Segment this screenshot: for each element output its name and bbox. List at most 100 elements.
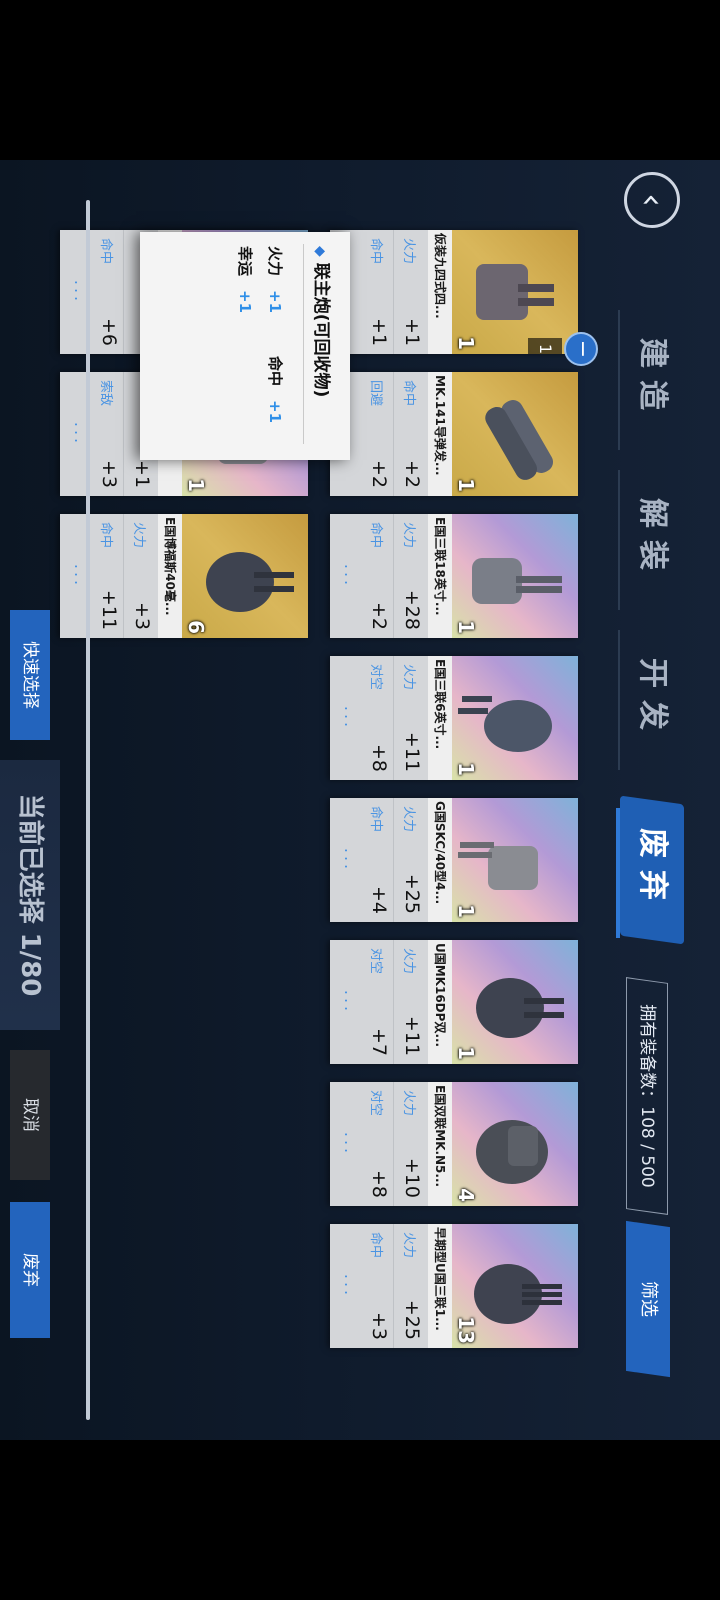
equipment-card[interactable]: 1 E国三联6英寸... 火力 +11 对空 +8... (330, 656, 578, 780)
equipment-stat: 火力 +28 (396, 514, 426, 638)
equipment-image: 6 (182, 514, 308, 638)
stat-key: 回避 (368, 380, 383, 407)
diamond-icon: ◆ (312, 246, 328, 257)
cancel-button[interactable]: 取消 (10, 1050, 50, 1180)
stat-key: 命中 (368, 1232, 383, 1259)
tab-disassemble[interactable]: 解装 (618, 470, 684, 610)
equipment-name: E国博福斯40毫... (158, 514, 182, 638)
stat-value: +2 (368, 459, 390, 488)
horizontal-scrollbar[interactable] (86, 200, 90, 1420)
stat-key: 火力 (401, 664, 416, 691)
stat-value: +25 (401, 1299, 423, 1340)
equipment-count-badge: 1 (184, 478, 208, 492)
stat-key: 索敌 (98, 380, 113, 407)
tooltip-stat-key: 火力 (266, 246, 284, 277)
tooltip-divider (303, 244, 304, 444)
stat-value: +2 (368, 601, 390, 630)
stat-key: 火力 (401, 948, 416, 975)
stat-value: +4 (368, 885, 390, 914)
equipment-stat: 火力 +25 (396, 1224, 426, 1348)
equipment-stat: 命中 +2 (363, 514, 394, 638)
equipment-count-badge: 6 (184, 620, 208, 634)
tooltip-stat-accuracy: 命中 +1 (265, 356, 286, 423)
equipment-count-badge: 1 (454, 904, 478, 918)
equipment-stat: 命中 +6 (93, 230, 124, 354)
stat-value: +3 (98, 459, 120, 488)
tooltip-stat-luck: 幸运 +1 (235, 246, 256, 313)
more-dots: ... (341, 989, 360, 1015)
equipment-card[interactable]: 1 U国MK16DP双... 火力 +11 对空 +7... (330, 940, 578, 1064)
equipment-card[interactable]: 4 E国双联MK.N5... 火力 +10 对空 +8... (330, 1082, 578, 1206)
equipment-name: U国MK16DP双... (428, 940, 452, 1064)
equipment-card[interactable]: 1 G国SKC/40型4... 火力 +25 命中 +4... (330, 798, 578, 922)
equipment-name: E国双联MK.N5... (428, 1082, 452, 1206)
stat-key: 命中 (368, 806, 383, 833)
equipment-stat: 火力 +25 (396, 798, 426, 922)
equipment-count-badge: 1 (454, 620, 478, 634)
stat-key: 火力 (401, 522, 416, 549)
stat-key: 命中 (368, 522, 383, 549)
stat-value: +6 (98, 317, 120, 346)
stat-key: 对空 (368, 948, 383, 975)
equipment-count-badge: 1 (454, 336, 478, 350)
selected-badge[interactable]: − (564, 332, 598, 366)
stat-value: +10 (401, 1157, 423, 1198)
more-dots: ... (341, 705, 360, 731)
stat-key: 对空 (368, 664, 383, 691)
more-dots: ... (341, 1131, 360, 1157)
stat-key: 火力 (401, 806, 416, 833)
tab-scrap[interactable]: 废弃 (620, 795, 684, 945)
tooltip-stat-key: 幸运 (236, 246, 254, 277)
equipment-stat: 索敌 +3 (93, 372, 124, 496)
equipment-card[interactable]: 6 E国博福斯40毫... 火力 +3 命中 +11... (60, 514, 308, 638)
stat-value: +11 (401, 731, 423, 772)
stat-key: 火力 (131, 522, 146, 549)
equipment-count: 拥有装备数：108 / 500 (626, 977, 668, 1215)
stat-key: 命中 (98, 522, 113, 549)
stat-key: 命中 (368, 238, 383, 265)
equipment-image: 1 (452, 230, 578, 354)
equipment-name: 早期型U国三联1... (428, 1224, 452, 1348)
tooltip-stat-value: +1 (236, 290, 254, 314)
tab-build[interactable]: 建造 (618, 310, 684, 450)
equipment-stat: 对空 +8 (363, 1082, 394, 1206)
landscape-stage: ‹ 建造 解装 开发 废弃 拥有装备数：108 / 500 筛选 1 仮装九四式四… (0, 0, 720, 1600)
equipment-name: G国SKC/40型4... (428, 798, 452, 922)
equipment-stat: 命中 +11 (93, 514, 124, 638)
equipment-card[interactable]: 1 MK.141导弹发... 命中 +2 回避 +2... (330, 372, 578, 496)
more-dots: ... (341, 1273, 360, 1299)
scrap-button[interactable]: 废弃 (10, 1202, 50, 1338)
tab-develop[interactable]: 开发 (618, 630, 684, 770)
stat-key: 命中 (98, 238, 113, 265)
equipment-stat: 命中 +1 (363, 230, 394, 354)
equipment-stat: 对空 +8 (363, 656, 394, 780)
tooltip-title: ◆ 联主炮(可回收物) (311, 246, 336, 397)
back-button[interactable]: ‹ (624, 172, 680, 228)
equipment-image: 1 (452, 940, 578, 1064)
filter-label: 筛选 (638, 1281, 659, 1317)
equipment-tooltip: ◆ 联主炮(可回收物) 火力 +1 命中 +1 幸运 +1 (140, 232, 350, 460)
equipment-count-label: 拥有装备数：108 / 500 (637, 1004, 657, 1188)
equipment-stat: 火力 +1 (396, 230, 426, 354)
equipment-name: E国三联6英寸... (428, 656, 452, 780)
filter-button[interactable]: 筛选 (626, 1220, 670, 1378)
quick-select-button[interactable]: 快速选择 (10, 610, 50, 740)
stat-key: 火力 (401, 1232, 416, 1259)
equipment-stat: 回避 +2 (363, 372, 394, 496)
equipment-stat: 火力 +11 (396, 940, 426, 1064)
equipment-card[interactable]: 1 E国三联18英寸... 火力 +28 命中 +2... (330, 514, 578, 638)
more-dots: ... (341, 847, 360, 873)
active-tab-indicator (616, 808, 620, 938)
equipment-count-badge: 4 (454, 1188, 478, 1202)
more-dots: ... (341, 563, 360, 589)
equipment-card[interactable]: 13 早期型U国三联1... 火力 +25 命中 +3... (330, 1224, 578, 1348)
stat-key: 对空 (368, 1090, 383, 1117)
equipment-card[interactable]: 1 仮装九四式四... 火力 +1 命中 +1... 1 (330, 230, 578, 354)
tooltip-stat-key: 命中 (266, 356, 284, 387)
stat-value: +1 (401, 317, 423, 346)
stat-value: +7 (368, 1027, 390, 1056)
equipment-stat: 命中 +3 (363, 1224, 394, 1348)
equipment-count-badge: 1 (454, 478, 478, 492)
stat-value: +11 (401, 1015, 423, 1056)
tooltip-title-text: 联主炮(可回收物) (311, 262, 331, 398)
